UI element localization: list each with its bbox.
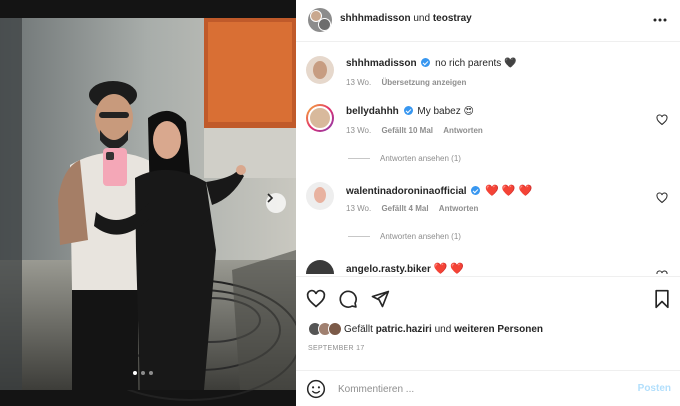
comment-composer: Posten bbox=[296, 370, 680, 406]
comment-meta: 13 Wo. Gefällt 4 Mal Antworten bbox=[346, 204, 486, 213]
liker-avatar bbox=[328, 322, 342, 336]
reply-button[interactable]: Antworten bbox=[439, 204, 479, 213]
translate-link[interactable]: Übersetzung anzeigen bbox=[381, 78, 466, 87]
verified-badge-icon bbox=[471, 186, 481, 195]
carousel-indicator bbox=[133, 371, 153, 375]
like-comment-heart-icon[interactable] bbox=[656, 192, 668, 204]
commenter-avatar[interactable] bbox=[306, 104, 334, 132]
comment-text: angelo.rasty.biker ❤️ ❤️ bbox=[346, 262, 464, 274]
caption-avatar[interactable] bbox=[306, 56, 334, 84]
view-replies-button[interactable]: Antworten ansehen (1) bbox=[348, 154, 461, 163]
action-bar bbox=[296, 276, 680, 320]
comment-likes[interactable]: Gefällt 10 Mal bbox=[381, 126, 433, 135]
replies-line bbox=[348, 158, 370, 159]
likers-avatars bbox=[308, 322, 342, 336]
photo-illustration bbox=[0, 0, 296, 406]
more-options-button[interactable] bbox=[652, 12, 668, 28]
liker-username[interactable]: patric.haziri bbox=[376, 324, 432, 335]
comment-item: walentinadoroninaofficial ❤️ ❤️ ❤️ 13 Wo… bbox=[306, 182, 676, 222]
post-comment-button[interactable]: Posten bbox=[638, 383, 671, 394]
carousel-dot bbox=[133, 371, 137, 375]
caption-time: 13 Wo. bbox=[346, 78, 372, 87]
bookmark-icon[interactable] bbox=[652, 289, 672, 309]
chevron-right-icon bbox=[267, 193, 274, 203]
verified-badge-icon bbox=[403, 106, 413, 115]
comment-time: 13 Wo. bbox=[346, 126, 372, 135]
comment-emoji: ❤️ ❤️ ❤️ bbox=[485, 185, 533, 197]
caption-body: no rich parents bbox=[435, 58, 502, 69]
comment-username[interactable]: walentinadoroninaofficial bbox=[346, 186, 467, 197]
comment-likes[interactable]: Gefällt 4 Mal bbox=[381, 204, 428, 213]
more-horizontal-icon bbox=[653, 18, 667, 22]
comment-item: angelo.rasty.biker ❤️ ❤️ bbox=[306, 260, 676, 274]
commenter-avatar[interactable] bbox=[306, 260, 334, 274]
comment-body: My babez bbox=[417, 106, 461, 117]
post-photo[interactable] bbox=[0, 0, 296, 406]
view-replies-label: Antworten ansehen (1) bbox=[380, 232, 461, 241]
comment-text: bellydahhh My babez 😍 bbox=[346, 106, 474, 117]
likes-prefix: Gefällt bbox=[344, 323, 373, 335]
comment-bubble-icon[interactable] bbox=[338, 289, 358, 309]
likes-joiner: und bbox=[434, 323, 452, 335]
caption: shhhmadisson no rich parents 🖤 13 Wo. Üb… bbox=[306, 56, 676, 96]
caption-username[interactable]: shhhmadisson bbox=[346, 58, 417, 69]
reply-button[interactable]: Antworten bbox=[443, 126, 483, 135]
likes-summary: Gefällt patric.haziri und weiteren Perso… bbox=[308, 320, 543, 338]
next-photo-button[interactable] bbox=[266, 193, 286, 213]
post-date: SEPTEMBER 17 bbox=[308, 345, 365, 352]
comment-username[interactable]: angelo.rasty.biker bbox=[346, 264, 431, 274]
comment-emoji: 😍 bbox=[463, 106, 474, 117]
post-side-panel: shhhmadisson und teostray shhhmadisson n… bbox=[296, 0, 680, 406]
comment-text: walentinadoroninaofficial ❤️ ❤️ ❤️ bbox=[346, 184, 532, 197]
comment-meta: 13 Wo. Gefällt 10 Mal Antworten bbox=[346, 126, 491, 135]
comment-time: 13 Wo. bbox=[346, 204, 372, 213]
comment-username[interactable]: bellydahhh bbox=[346, 106, 399, 117]
caption-emoji: 🖤 bbox=[504, 58, 517, 69]
carousel-dot bbox=[141, 371, 145, 375]
like-heart-icon[interactable] bbox=[306, 289, 326, 309]
like-comment-heart-icon[interactable] bbox=[656, 270, 668, 274]
author-username[interactable]: shhhmadisson bbox=[340, 13, 411, 24]
replies-line bbox=[348, 236, 370, 237]
authors-joiner: und bbox=[413, 13, 431, 24]
emoji-smiley-icon[interactable] bbox=[306, 379, 326, 399]
comment-input[interactable] bbox=[338, 381, 618, 397]
post-header: shhhmadisson und teostray bbox=[296, 0, 680, 42]
view-replies-button[interactable]: Antworten ansehen (1) bbox=[348, 232, 461, 241]
verified-badge-icon bbox=[421, 58, 431, 67]
coauthor-username[interactable]: teostray bbox=[433, 13, 472, 24]
like-comment-heart-icon[interactable] bbox=[656, 114, 668, 126]
view-replies-label: Antworten ansehen (1) bbox=[380, 154, 461, 163]
caption-meta: 13 Wo. Übersetzung anzeigen bbox=[346, 78, 474, 87]
post-authors: shhhmadisson und teostray bbox=[340, 13, 472, 24]
author-avatar[interactable] bbox=[308, 8, 332, 32]
post-dialog: shhhmadisson und teostray shhhmadisson n… bbox=[0, 0, 680, 406]
caption-text: shhhmadisson no rich parents 🖤 bbox=[346, 58, 517, 69]
share-send-icon[interactable] bbox=[370, 289, 390, 309]
likes-others-link[interactable]: weiteren Personen bbox=[454, 324, 543, 335]
comments-list[interactable]: shhhmadisson no rich parents 🖤 13 Wo. Üb… bbox=[296, 42, 680, 274]
comment-emoji: ❤️ ❤️ bbox=[433, 263, 465, 274]
commenter-avatar[interactable] bbox=[306, 182, 334, 210]
carousel-dot bbox=[149, 371, 153, 375]
comment-item: bellydahhh My babez 😍 13 Wo. Gefällt 10 … bbox=[306, 104, 676, 144]
